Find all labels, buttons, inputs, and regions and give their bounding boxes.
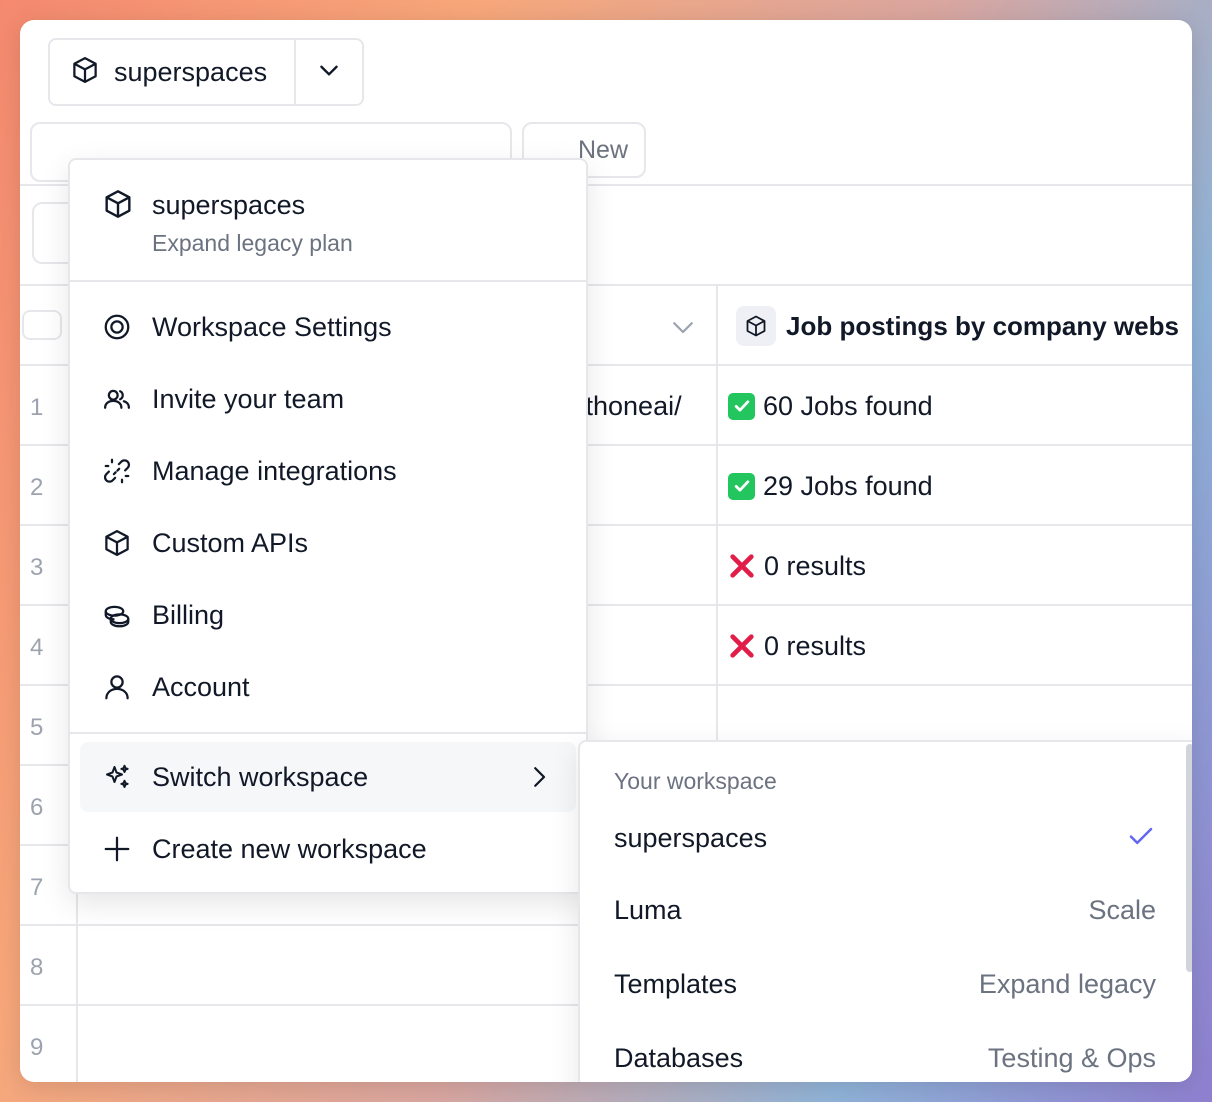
- menu-item-label: Manage integrations: [152, 455, 397, 486]
- plus-icon: [102, 834, 132, 864]
- menu-item-label: Switch workspace: [152, 761, 369, 792]
- workspace-switcher[interactable]: superspaces: [48, 38, 364, 106]
- menu-item-billing[interactable]: Billing: [80, 580, 576, 650]
- app-window: superspaces New 1 2 3 4 5 6 7 8 9 Job po…: [20, 20, 1192, 1082]
- menu-item-label: Account: [152, 671, 250, 702]
- workspace-menu: superspaces Expand legacy plan Workspace…: [68, 158, 588, 894]
- check-icon: [1126, 821, 1156, 856]
- workspace-option[interactable]: Luma Scale: [614, 888, 1156, 932]
- row-number: 6: [30, 794, 44, 821]
- result-text: 0 results: [764, 550, 867, 581]
- row-number: 3: [30, 554, 44, 581]
- cube-icon: [102, 188, 134, 225]
- menu-item-label: Billing: [152, 599, 225, 630]
- link-broken-icon: [102, 456, 132, 486]
- row-number: 9: [30, 1034, 44, 1061]
- menu-item-label: Invite your team: [152, 383, 345, 414]
- row-number: 5: [30, 714, 44, 741]
- row-number: 7: [30, 874, 44, 901]
- column-header[interactable]: Job postings by company webs: [736, 306, 1179, 346]
- workspace-option-name: Luma: [614, 894, 682, 925]
- cross-mark-icon: [728, 552, 756, 580]
- row-number: 1: [30, 394, 44, 421]
- user-icon: [102, 672, 132, 702]
- table-cell[interactable]: 29 Jobs found: [728, 466, 933, 506]
- cube-icon: [70, 55, 100, 90]
- divider: [716, 284, 718, 744]
- sparkles-icon: [102, 762, 132, 792]
- workspace-switcher-main[interactable]: superspaces: [50, 40, 296, 104]
- switch-workspace-submenu: Your workspace superspaces Luma Scale Te…: [578, 740, 1192, 1082]
- column-menu-chevron-icon[interactable]: [668, 312, 698, 347]
- result-text: 29 Jobs found: [763, 470, 933, 501]
- menu-workspace-name: superspaces: [152, 190, 306, 220]
- table-cell[interactable]: 60 Jobs found: [728, 386, 933, 426]
- result-text: 0 results: [764, 630, 867, 661]
- workspace-option-plan: Scale: [1088, 894, 1156, 925]
- menu-divider: [70, 732, 586, 734]
- workspace-option-name: Databases: [614, 1042, 744, 1073]
- column-header-label: Job postings by company webs: [786, 310, 1179, 341]
- workspace-option-name: Templates: [614, 968, 738, 999]
- workspace-option-plan: Testing & Ops: [987, 1042, 1156, 1073]
- check-mark-icon: [728, 392, 755, 420]
- table-cell[interactable]: 0 results: [728, 546, 866, 586]
- chevron-down-icon: [316, 57, 342, 88]
- workspace-option-name: superspaces: [614, 822, 768, 853]
- menu-workspace-header[interactable]: superspaces Expand legacy plan: [70, 160, 586, 282]
- menu-item-workspace-settings[interactable]: Workspace Settings: [80, 292, 576, 362]
- submenu-scrollbar[interactable]: [1186, 744, 1192, 972]
- workspace-switcher-label: superspaces: [114, 56, 268, 87]
- menu-workspace-plan: Expand legacy plan: [152, 230, 353, 256]
- check-mark-icon: [728, 472, 755, 500]
- settings-ring-icon: [102, 312, 132, 342]
- cube-icon: [102, 528, 132, 558]
- workspace-dropdown-toggle[interactable]: [296, 40, 362, 104]
- cross-mark-icon: [728, 632, 756, 660]
- workspace-option-plan: Expand legacy: [978, 968, 1156, 999]
- workspace-option[interactable]: superspaces: [614, 816, 1156, 860]
- menu-item-manage-integrations[interactable]: Manage integrations: [80, 436, 576, 506]
- result-text: 60 Jobs found: [763, 390, 933, 421]
- coins-icon: [102, 600, 132, 630]
- menu-item-label: Custom APIs: [152, 527, 309, 558]
- workspace-option[interactable]: Databases Testing & Ops: [614, 1036, 1156, 1080]
- cube-icon: [736, 306, 776, 346]
- menu-item-label: Workspace Settings: [152, 311, 392, 342]
- menu-item-create-workspace[interactable]: Create new workspace: [80, 814, 576, 884]
- row-number: 2: [30, 474, 44, 501]
- row-number: 8: [30, 954, 44, 981]
- row-number: 4: [30, 634, 44, 661]
- menu-item-label: Create new workspace: [152, 833, 427, 864]
- menu-item-custom-apis[interactable]: Custom APIs: [80, 508, 576, 578]
- menu-item-switch-workspace[interactable]: Switch workspace: [80, 742, 576, 812]
- menu-item-account[interactable]: Account: [80, 652, 576, 722]
- table-cell[interactable]: 0 results: [728, 626, 866, 666]
- workspace-option[interactable]: Templates Expand legacy: [614, 962, 1156, 1006]
- submenu-heading: Your workspace: [614, 768, 777, 794]
- select-all-checkbox[interactable]: [22, 310, 62, 340]
- users-icon: [102, 384, 132, 414]
- chevron-right-icon: [524, 762, 554, 797]
- menu-item-invite-team[interactable]: Invite your team: [80, 364, 576, 434]
